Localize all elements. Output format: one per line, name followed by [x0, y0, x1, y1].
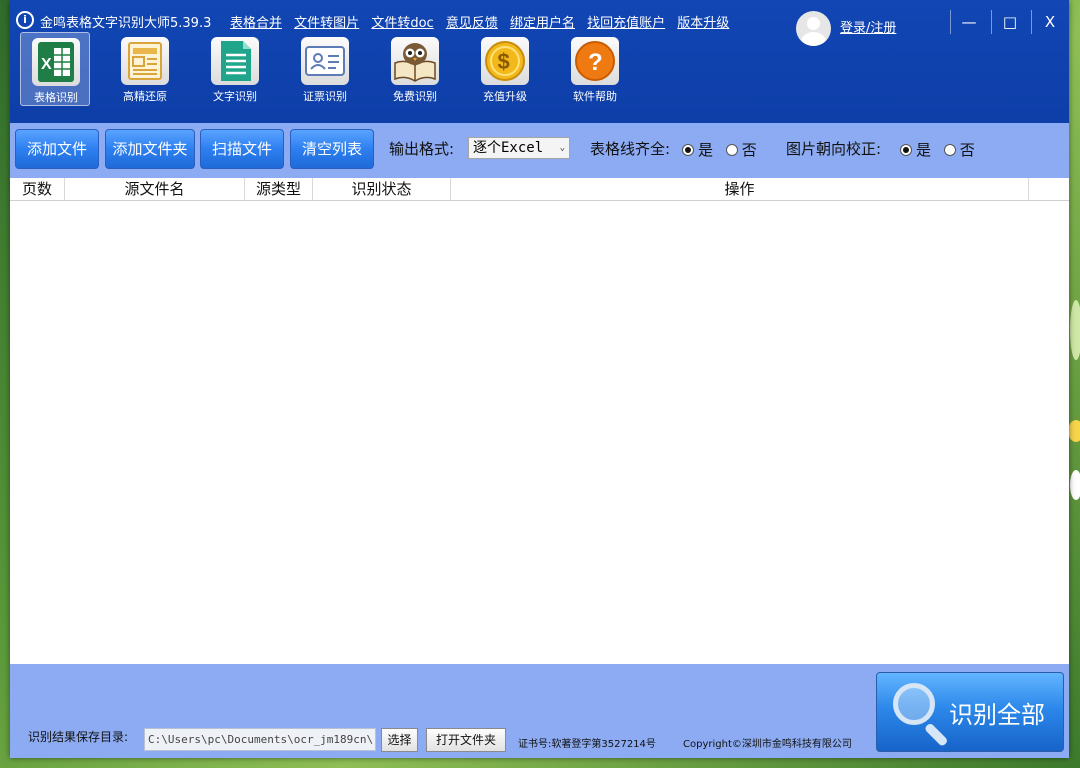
- tool-label: 证票识别: [303, 90, 347, 103]
- output-format-value: 逐个Excel: [473, 140, 544, 156]
- tool-free-recognition[interactable]: 免费识别: [380, 32, 450, 106]
- app-title: 金鸣表格文字识别大师5.39.3: [40, 16, 212, 31]
- column-header-actions[interactable]: 操作: [451, 178, 1029, 201]
- tool-recharge-upgrade[interactable]: $ 充值升级: [470, 32, 540, 106]
- link-recover-account[interactable]: 找回充值账户: [587, 16, 665, 31]
- avatar[interactable]: [796, 11, 831, 46]
- app-header: i 金鸣表格文字识别大师5.39.3 表格合并 文件转图片 文件转doc 意见反…: [10, 0, 1069, 123]
- tool-label: 软件帮助: [573, 90, 617, 103]
- login-register-link[interactable]: 登录/注册: [840, 17, 896, 36]
- radio-label: 否: [741, 141, 757, 159]
- table-line-no-radio[interactable]: [725, 143, 738, 156]
- wallpaper-flower: [1070, 300, 1080, 360]
- link-file-to-doc[interactable]: 文件转doc: [371, 16, 433, 31]
- top-links: 表格合并 文件转图片 文件转doc 意见反馈 绑定用户名 找回充值账户 版本升级: [230, 12, 737, 31]
- help-icon: ?: [571, 37, 619, 85]
- tool-label: 免费识别: [393, 90, 437, 103]
- radio-label: 是: [916, 141, 932, 159]
- certificate-text: 证书号:软著登字第3527214号: [518, 739, 656, 750]
- save-dir-input[interactable]: C:\Users\pc\Documents\ocr_jm189cn\: [144, 728, 376, 751]
- column-header-pages[interactable]: 页数: [10, 178, 65, 201]
- copyright-text: Copyright©深圳市金鸣科技有限公司: [683, 739, 852, 750]
- id-card-icon: [301, 37, 349, 85]
- tool-label: 高精还原: [123, 90, 167, 103]
- output-format-select[interactable]: 逐个Excel ⌄: [468, 137, 570, 159]
- jinming-logo-icon: i: [16, 11, 34, 29]
- link-upgrade[interactable]: 版本升级: [677, 16, 729, 31]
- recognize-all-label: 识别全部: [949, 701, 1045, 729]
- chevron-down-icon: ⌄: [559, 143, 565, 153]
- orientation-radio-group: 是 否: [898, 139, 981, 160]
- svg-text:?: ?: [588, 49, 603, 76]
- minimize-button[interactable]: —: [955, 8, 983, 36]
- table-line-radio-group: 是 否: [680, 139, 763, 160]
- link-file-to-image[interactable]: 文件转图片: [294, 16, 359, 31]
- clear-list-button[interactable]: 清空列表: [290, 129, 374, 169]
- file-table-body[interactable]: [10, 201, 1069, 664]
- column-header-status[interactable]: 识别状态: [313, 178, 451, 201]
- layout-icon: [121, 37, 169, 85]
- wallpaper-flower: [1070, 470, 1080, 500]
- tool-label: 文字识别: [213, 90, 257, 103]
- tool-high-precision[interactable]: 高精还原: [110, 32, 180, 106]
- excel-icon: X: [32, 38, 80, 86]
- orientation-no-radio[interactable]: [943, 143, 956, 156]
- main-toolbar: X 表格识别 高精还原 文字识别 证票识别 免费识别 $ 充值升级 ? 软件帮助: [10, 32, 770, 112]
- add-folder-button[interactable]: 添加文件夹: [105, 129, 195, 169]
- scan-file-button[interactable]: 扫描文件: [200, 129, 284, 169]
- link-table-merge[interactable]: 表格合并: [230, 16, 282, 31]
- avatar-head: [807, 17, 820, 30]
- tool-id-recognition[interactable]: 证票识别: [290, 32, 360, 106]
- open-folder-button[interactable]: 打开文件夹: [426, 728, 506, 752]
- tool-text-recognition[interactable]: 文字识别: [200, 32, 270, 106]
- link-feedback[interactable]: 意见反馈: [446, 16, 498, 31]
- tool-label: 充值升级: [483, 90, 527, 103]
- svg-text:$: $: [498, 49, 510, 74]
- svg-text:X: X: [41, 56, 52, 73]
- tool-label: 表格识别: [34, 91, 78, 104]
- add-file-button[interactable]: 添加文件: [15, 129, 99, 169]
- tool-software-help[interactable]: ? 软件帮助: [560, 32, 630, 106]
- orientation-yes-radio[interactable]: [900, 143, 912, 156]
- document-icon: [211, 37, 259, 85]
- column-header-source-name[interactable]: 源文件名: [65, 178, 245, 201]
- tool-table-recognition[interactable]: X 表格识别: [20, 32, 90, 106]
- app-window: i 金鸣表格文字识别大师5.39.3 表格合并 文件转图片 文件转doc 意见反…: [10, 0, 1069, 758]
- title-separator: [991, 10, 992, 34]
- table-line-yes-radio[interactable]: [682, 143, 694, 156]
- column-header-source-type[interactable]: 源类型: [245, 178, 313, 201]
- owl-book-icon: [391, 37, 439, 85]
- table-line-label: 表格线齐全:: [590, 140, 671, 158]
- output-format-label: 输出格式:: [389, 140, 455, 158]
- title-separator: [950, 10, 951, 34]
- wallpaper-flower: [1068, 420, 1080, 442]
- close-button[interactable]: X: [1036, 8, 1064, 36]
- choose-dir-button[interactable]: 选择: [381, 728, 418, 752]
- controls-bar: 添加文件 添加文件夹 扫描文件 清空列表 输出格式: 逐个Excel ⌄ 表格线…: [10, 123, 1069, 178]
- save-dir-label: 识别结果保存目录:: [28, 730, 129, 744]
- title-separator: [1031, 10, 1032, 34]
- magnifier-handle: [923, 722, 949, 748]
- file-table-header: 页数 源文件名 源类型 识别状态 操作: [10, 178, 1069, 201]
- link-bind-username[interactable]: 绑定用户名: [510, 16, 575, 31]
- bottom-panel: 识别结果保存目录: C:\Users\pc\Documents\ocr_jm18…: [10, 664, 1069, 758]
- radio-label: 否: [959, 141, 975, 159]
- avatar-body: [801, 32, 826, 46]
- maximize-button[interactable]: □: [996, 8, 1024, 36]
- magnifier-icon: [893, 683, 935, 725]
- recognize-all-button[interactable]: 识别全部: [876, 672, 1064, 752]
- radio-label: 是: [698, 141, 714, 159]
- dollar-coin-icon: $: [481, 37, 529, 85]
- orientation-label: 图片朝向校正:: [786, 140, 882, 158]
